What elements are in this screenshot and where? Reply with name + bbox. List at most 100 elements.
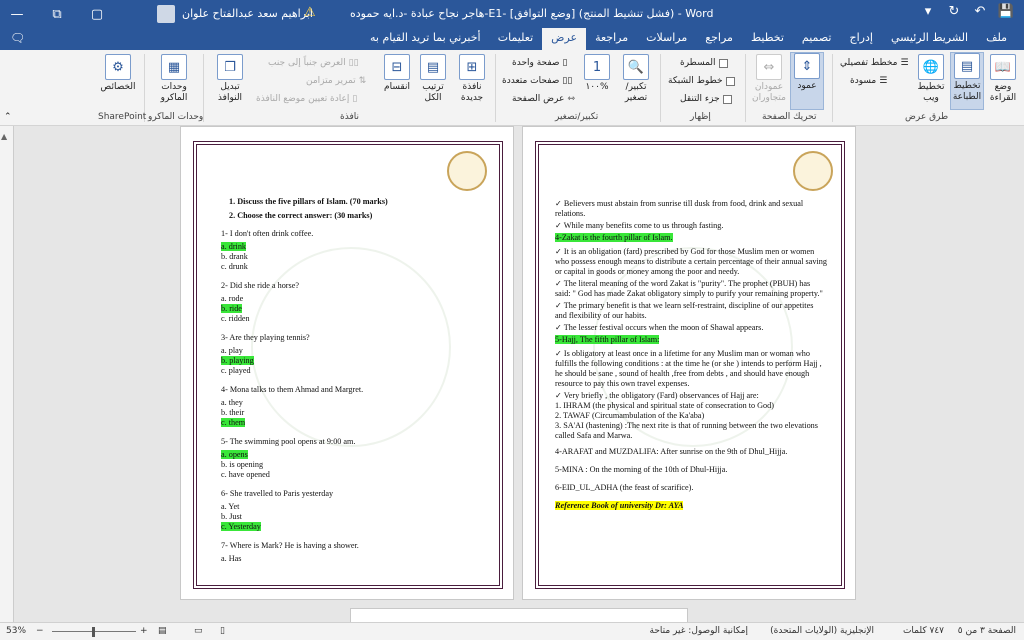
multiple-pages-icon: ▯▯ (562, 76, 573, 86)
draft-icon: ☰ (879, 76, 888, 86)
vertical-button[interactable]: ⇕ عمود (790, 52, 824, 110)
macros-button[interactable]: ▦ وحدات الماكرو (150, 54, 198, 104)
redo-icon[interactable]: ↻ (944, 4, 964, 19)
tab-2[interactable]: إدراج (841, 28, 882, 50)
print-layout-view-icon[interactable]: ▤ (158, 626, 167, 636)
group-separator (745, 54, 746, 122)
mcq-item: 3- Are they playing tennis? a. play b. pla… (221, 333, 481, 376)
scroll-up-icon[interactable]: ▲ (1, 132, 7, 141)
tab-3[interactable]: تصميم (793, 28, 841, 50)
magnifier-icon: 🔍 (623, 54, 649, 80)
numbered-line: 5-MINA : On the morning of the 10th of D… (555, 465, 728, 474)
read-mode-button[interactable]: 📖 وضع القراءة (986, 54, 1020, 104)
ruler-checkbox[interactable]: المسطرة (680, 58, 728, 68)
bullet-line: ✓ The literal meaning of the word Zakat … (555, 279, 823, 298)
tab-0[interactable]: ملف (977, 28, 1016, 50)
quick-access-toolbar: 💾 ↶ ↻ ▾ (918, 4, 1016, 19)
status-bar: الصفحة ٣ من ٥ ٧٤٧ كلمات الإنجليزية (الول… (0, 622, 1024, 640)
gridlines-checkbox[interactable]: خطوط الشبكة (668, 76, 735, 86)
draft-button[interactable]: مسودة ☰ (850, 76, 887, 86)
properties-icon: ⚙ (105, 54, 131, 80)
restore-button[interactable]: ⧉ (40, 0, 74, 28)
reference-line: Reference Book of university Dr: AYA (555, 501, 684, 510)
group-separator (660, 54, 661, 122)
arrange-all-button[interactable]: ▤ ترتيب الكل (416, 54, 450, 104)
split-icon: ⊟ (384, 54, 410, 80)
split-button[interactable]: ⊟ انقسام (380, 54, 414, 93)
language[interactable]: الإنجليزية (الولايات المتحدة) (770, 626, 874, 636)
one-page-button[interactable]: صفحة واحدة ▯ (512, 58, 568, 68)
page-next[interactable] (350, 608, 688, 622)
comment-icon[interactable]: 🗨 (10, 31, 25, 45)
minimize-button[interactable]: — (0, 0, 34, 28)
side-by-side-icon: ▯▯ (348, 58, 359, 68)
tab-1[interactable]: الشريط الرئيسي (882, 28, 977, 50)
page-right[interactable]: ✓ Believers must abstain from sunrise ti… (522, 126, 856, 600)
zoom-in-icon[interactable]: + (140, 626, 148, 636)
switch-windows-button[interactable]: ❐ تبديل النوافذ (210, 54, 250, 104)
right-page-content: ✓ Believers must abstain from sunrise ti… (555, 199, 827, 511)
mcq-option-c: c. them (221, 418, 246, 427)
collapse-ribbon-icon[interactable]: ⌃ (4, 112, 12, 122)
view-side-by-side-button[interactable]: العرض جنباً إلى جنب ▯▯ (268, 58, 359, 68)
sync-scroll-button[interactable]: تمرير متزامن ⇅ (306, 76, 366, 86)
read-mode-view-icon[interactable]: ▯ (220, 626, 225, 636)
user-name[interactable]: ابراهيم سعد عبدالفتاح علوان (182, 7, 313, 20)
mcq-list: 1- I don't often drink coffee. a. drink b.… (221, 229, 481, 564)
ribbon-tabs: ملف الشريط الرئيسي إدراج تصميم تخطيط مراجع مرا… (489, 28, 1016, 50)
zoom-level[interactable]: 53% (6, 626, 26, 636)
zoom-slider-thumb[interactable] (92, 627, 95, 637)
navigation-pane-checkbox[interactable]: جزء التنقل (680, 94, 732, 104)
page-width-button[interactable]: عرض الصفحة ⇿ (512, 94, 575, 104)
tab-8[interactable]: عرض (542, 28, 587, 50)
views-group-label: طرق عرض (905, 112, 949, 122)
ribbon-display-options-button[interactable]: ▢ (80, 0, 114, 28)
tab-7[interactable]: مراجعة (586, 28, 637, 50)
mcq-option-a: a. Yet (221, 502, 240, 511)
document-title: هاجر نجاح عبادة -د.ايه حموده-E1- [وضع ال… (350, 7, 714, 20)
mcq-item: 4- Mona talks to them Ahmad and Margret.… (221, 385, 481, 428)
word-count[interactable]: ٧٤٧ كلمات (903, 626, 944, 636)
page-count[interactable]: الصفحة ٣ من ٥ (958, 626, 1016, 636)
zoom-100-button[interactable]: 1 ١٠٠% (580, 54, 614, 93)
bullet-line: ✓ It is an obligation (fard) prescribed … (555, 247, 827, 276)
zoom-100-icon: 1 (584, 54, 610, 80)
tab-9[interactable]: تعليمات (489, 28, 542, 50)
tell-me-search[interactable]: أخبرني بما تريد القيام به (370, 31, 481, 44)
mcq-option-b: b. Just (221, 512, 242, 521)
bullet-line: ✓ Very briefly , the obligatory (Fard) o… (555, 391, 759, 400)
multiple-pages-button[interactable]: صفحات متعددة ▯▯ (502, 76, 572, 86)
tab-6[interactable]: مراسلات (637, 28, 696, 50)
accessibility-status[interactable]: إمكانية الوصول: غير متاحة (650, 626, 748, 636)
mcq-item: 6- She travelled to Paris yesterday a. Ye… (221, 489, 481, 532)
side-to-side-button[interactable]: ⇔ عمودان متجاوران (750, 54, 788, 104)
mcq-option-a: a. drink (221, 242, 247, 251)
avatar[interactable] (157, 5, 175, 23)
tab-4[interactable]: تخطيط (742, 28, 793, 50)
tab-5[interactable]: مراجع (696, 28, 742, 50)
mcq-option-c: c. ridden (221, 314, 250, 323)
undo-icon[interactable]: ↶ (970, 4, 990, 19)
sync-scroll-icon: ⇅ (358, 76, 367, 86)
vertical-ruler: ▲ (0, 126, 14, 622)
ribbon-tab-bar: 🗨 أخبرني بما تريد القيام به ملف الشريط ال… (0, 28, 1024, 50)
save-icon[interactable]: 💾 (996, 4, 1016, 19)
macros-icon: ▦ (161, 54, 187, 80)
web-layout-view-icon[interactable]: ▭ (194, 626, 203, 636)
web-layout-button[interactable]: 🌐 تخطيط ويب (914, 54, 948, 104)
print-layout-icon: ▤ (954, 53, 980, 79)
properties-button[interactable]: ⚙ الخصائص (96, 54, 140, 93)
mcq-item: 1- I don't often drink coffee. a. drink b.… (221, 229, 481, 272)
page-left[interactable]: 1. Discuss the five pillars of Islam. (7… (180, 126, 514, 600)
page-movement-group-label: تحريك الصفحة (762, 112, 817, 122)
print-layout-button[interactable]: ▤ تخطيط الطباعة (950, 52, 984, 110)
zoom-out-icon[interactable]: − (36, 626, 44, 636)
outline-button[interactable]: مخطط تفصيلي ☰ (840, 58, 909, 68)
mcq-item: 5- The swimming pool opens at 9:00 am. a.… (221, 437, 481, 480)
mcq-option-b: b. is opening (221, 460, 264, 469)
new-window-button[interactable]: ⊞ نافذة جديدة (453, 54, 491, 104)
zoom-button[interactable]: 🔍 تكبير/تصغير (616, 54, 656, 104)
university-seal (447, 151, 487, 191)
reset-window-position-button[interactable]: إعادة تعيين موضع النافذة ▯ (256, 94, 357, 104)
customize-qat-icon[interactable]: ▾ (918, 4, 938, 19)
